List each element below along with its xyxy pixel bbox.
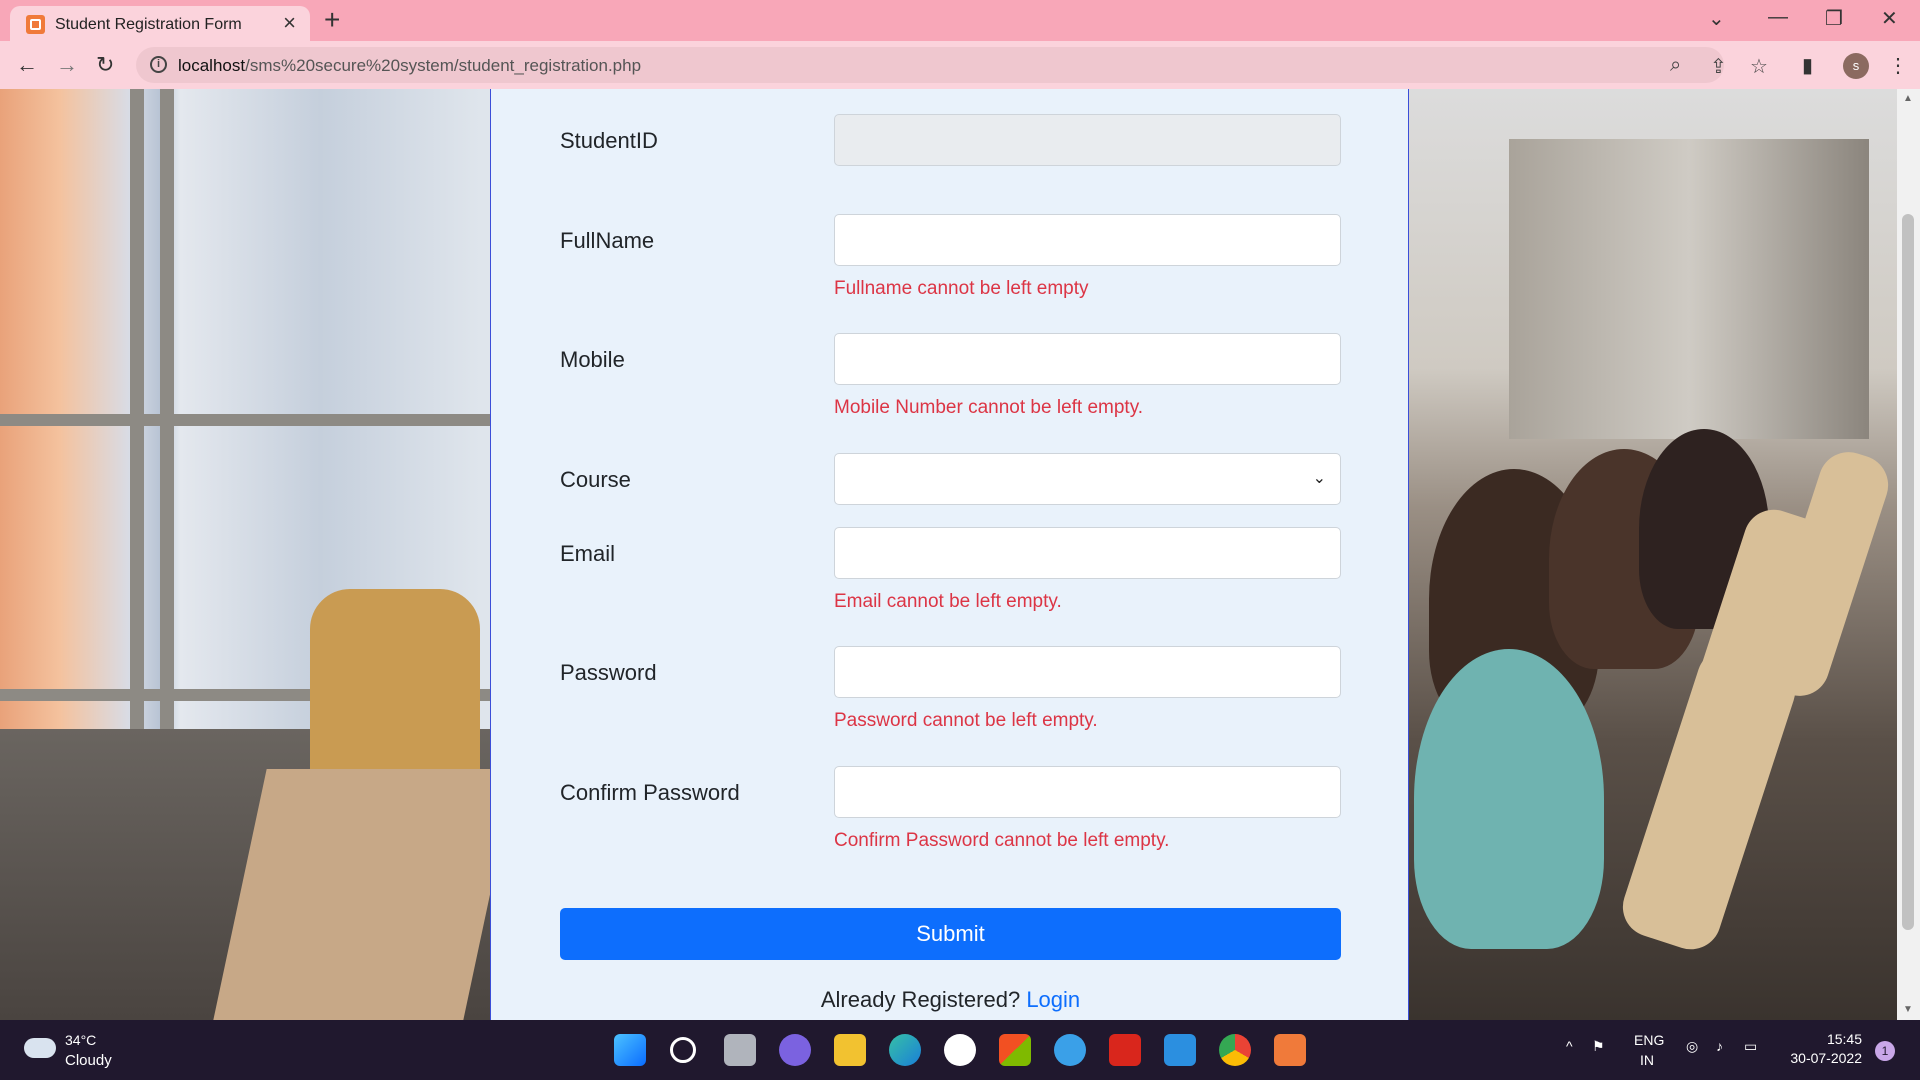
clock[interactable]: 15:45 30-07-2022 bbox=[1780, 1031, 1862, 1066]
microsoft-store-icon[interactable] bbox=[999, 1034, 1031, 1066]
volume-icon[interactable]: ♪ bbox=[1716, 1038, 1723, 1054]
language-top[interactable]: ENG bbox=[1634, 1032, 1664, 1048]
background-photo-left bbox=[0, 89, 517, 1020]
password-label: Password bbox=[560, 660, 657, 685]
chevron-up-icon[interactable]: ^ bbox=[1566, 1038, 1573, 1054]
side-panel-icon[interactable]: ▮ bbox=[1802, 53, 1813, 78]
chevron-down-icon: ⌄ bbox=[1312, 470, 1326, 487]
minimize-button[interactable]: — bbox=[1768, 6, 1788, 29]
app-tray-icon[interactable]: ⚑ bbox=[1592, 1038, 1605, 1055]
notification-badge[interactable]: 1 bbox=[1875, 1041, 1895, 1061]
language-bottom[interactable]: IN bbox=[1640, 1052, 1654, 1068]
tab-search-chevron-icon[interactable]: ⌄ bbox=[1708, 6, 1725, 31]
email-input[interactable] bbox=[834, 527, 1341, 579]
xampp-favicon-icon bbox=[26, 15, 45, 34]
bookmark-star-icon[interactable]: ☆ bbox=[1750, 54, 1768, 79]
email-error: Email cannot be left empty. bbox=[834, 591, 1062, 612]
weather-condition[interactable]: Cloudy bbox=[65, 1052, 112, 1069]
new-tab-button[interactable]: + bbox=[324, 6, 340, 34]
registration-form: StudentID FullName Fullname cannot be le… bbox=[490, 89, 1409, 1020]
edge-icon[interactable] bbox=[889, 1034, 921, 1066]
password-input[interactable] bbox=[834, 646, 1341, 698]
url-text: localhost/sms%20secure%20system/student_… bbox=[178, 56, 642, 75]
menu-kebab-icon[interactable]: ⋮ bbox=[1888, 53, 1908, 78]
forward-arrow-icon[interactable]: → bbox=[56, 52, 78, 78]
windows-taskbar: 34°C Cloudy ^ ⚑ ENG IN ◎ ♪ ▭ 15:45 30-07… bbox=[0, 1020, 1920, 1080]
site-info-icon[interactable]: i bbox=[150, 56, 167, 73]
cloud-icon[interactable] bbox=[24, 1038, 56, 1058]
reload-icon[interactable]: ↻ bbox=[96, 52, 114, 78]
fullname-input[interactable] bbox=[834, 214, 1341, 266]
address-toolbar: ← → ↻ i localhost/sms%20secure%20system/… bbox=[0, 41, 1920, 89]
login-link[interactable]: Login bbox=[1026, 987, 1080, 1012]
file-explorer-icon[interactable] bbox=[834, 1034, 866, 1066]
studentid-input bbox=[834, 114, 1341, 166]
address-bar[interactable]: i localhost/sms%20secure%20system/studen… bbox=[136, 47, 1768, 83]
studentid-label: StudentID bbox=[560, 128, 658, 153]
chrome-icon[interactable] bbox=[1219, 1034, 1251, 1066]
tab-title: Student Registration Form bbox=[55, 16, 242, 33]
scroll-down-icon[interactable]: ▼ bbox=[1903, 1004, 1913, 1015]
zoom-icon[interactable]: ⌕ bbox=[1670, 54, 1681, 77]
xampp-icon[interactable] bbox=[1274, 1034, 1306, 1066]
battery-icon[interactable]: ▭ bbox=[1744, 1038, 1757, 1055]
mobile-label: Mobile bbox=[560, 347, 625, 372]
already-registered-line: Already Registered? Login bbox=[491, 987, 1410, 1013]
course-select[interactable]: ⌄ bbox=[834, 453, 1341, 505]
vscode-icon[interactable] bbox=[1164, 1034, 1196, 1066]
confirm-password-input[interactable] bbox=[834, 766, 1341, 818]
fullname-label: FullName bbox=[560, 228, 655, 253]
weather-temperature[interactable]: 34°C bbox=[65, 1032, 96, 1048]
email-label: Email bbox=[560, 541, 616, 566]
windows-start-icon[interactable] bbox=[614, 1034, 646, 1066]
close-tab-icon[interactable]: × bbox=[283, 12, 296, 34]
teams-chat-icon[interactable] bbox=[779, 1034, 811, 1066]
scroll-up-icon[interactable]: ▲ bbox=[1903, 93, 1913, 104]
share-icon[interactable]: ⇪ bbox=[1710, 54, 1727, 79]
network-globe-icon[interactable]: ◎ bbox=[1686, 1038, 1698, 1055]
background-photo-right bbox=[1409, 89, 1897, 1020]
page-scrollbar[interactable]: ▲ ▼ bbox=[1897, 89, 1920, 1020]
fullname-error: Fullname cannot be left empty bbox=[834, 278, 1089, 299]
profile-avatar[interactable]: s bbox=[1843, 53, 1869, 79]
task-view-icon[interactable] bbox=[724, 1034, 756, 1066]
search-icon[interactable] bbox=[670, 1037, 696, 1063]
clock-time: 15:45 bbox=[1826, 1031, 1862, 1047]
password-error: Password cannot be left empty. bbox=[834, 710, 1098, 731]
page-viewport: StudentID FullName Fullname cannot be le… bbox=[0, 89, 1920, 1020]
confirm-password-error: Confirm Password cannot be left empty. bbox=[834, 830, 1170, 851]
github-icon[interactable] bbox=[944, 1034, 976, 1066]
restore-button[interactable]: ❐ bbox=[1825, 6, 1843, 31]
tab-strip: Student Registration Form × + ⌄ — ❐ ✕ bbox=[0, 0, 1920, 41]
tab-student-registration[interactable]: Student Registration Form × bbox=[10, 6, 310, 41]
close-window-button[interactable]: ✕ bbox=[1881, 6, 1898, 31]
confirm-password-label: Confirm Password bbox=[560, 780, 740, 805]
submit-button[interactable]: Submit bbox=[560, 908, 1341, 960]
clock-date: 30-07-2022 bbox=[1790, 1050, 1862, 1066]
mobile-input[interactable] bbox=[834, 333, 1341, 385]
course-label: Course bbox=[560, 467, 631, 492]
wps-office-icon[interactable] bbox=[1109, 1034, 1141, 1066]
already-registered-text: Already Registered? bbox=[820, 987, 1021, 1012]
back-arrow-icon[interactable]: ← bbox=[16, 52, 38, 78]
mobile-error: Mobile Number cannot be left empty. bbox=[834, 397, 1144, 418]
help-icon[interactable] bbox=[1054, 1034, 1086, 1066]
scroll-thumb[interactable] bbox=[1902, 214, 1914, 930]
